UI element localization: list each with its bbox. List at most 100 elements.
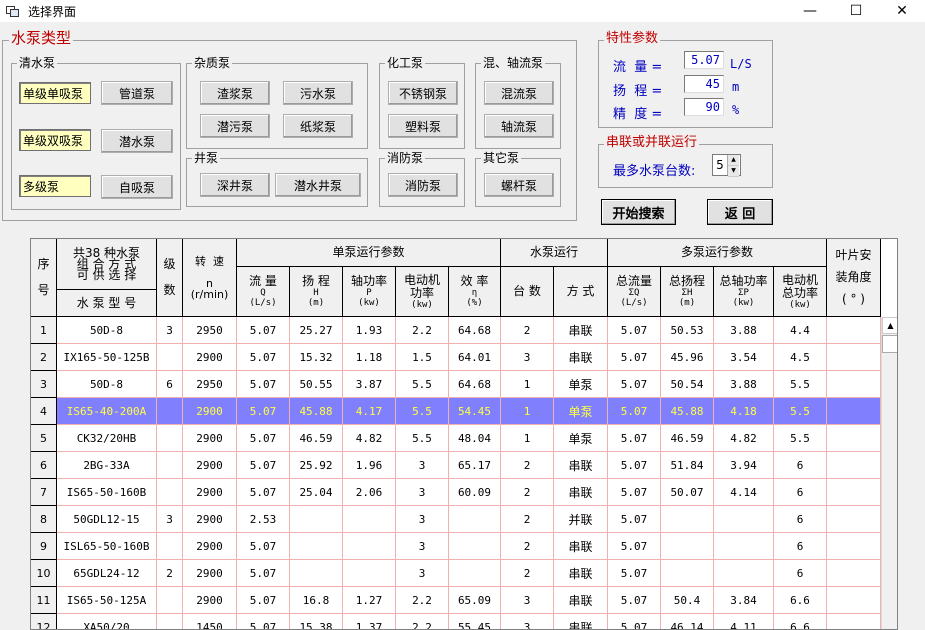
plastic-pump-button[interactable]: 塑料泵 (388, 114, 458, 138)
table-row[interactable]: 1 50D-8 3 2950 5.07 25.27 1.93 2.2 64.68 2 串联 5.07 5… (31, 317, 881, 344)
table-row[interactable]: 3 50D-8 6 2950 5.07 50.55 3.87 5.5 64.68 1 单泵 5.07 5… (31, 371, 881, 398)
header-single-group: 单泵运行参数 (237, 239, 501, 267)
header-thead-sub: ΣH (m) (678, 288, 696, 308)
table-row[interactable]: 4 IS65-40-200A 2900 5.07 45.88 4.17 5.5 54.45 1 单… (31, 398, 881, 425)
scroll-up-icon[interactable]: ▲ (882, 317, 897, 334)
table-row[interactable]: 11 IS65-50-125A 2900 5.07 16.8 1.27 2.2 65.09 3 串… (31, 587, 881, 614)
stainless-steel-pump-button[interactable]: 不锈钢泵 (388, 81, 458, 105)
cell-shaft-power (343, 506, 396, 533)
close-button[interactable]: ✕ (879, 0, 925, 22)
table-row[interactable]: 5 CK32/20HB 2900 5.07 46.59 4.82 5.5 48.04 1 单泵 5.… (31, 425, 881, 452)
cell-stage-count (157, 587, 183, 614)
title-bar: 选择界面 — ☐ ✕ (0, 0, 925, 22)
cell-stage-count (157, 533, 183, 560)
scroll-thumb[interactable] (882, 335, 897, 353)
cell-row-index: 8 (31, 506, 57, 533)
cell-total-shaft-power: 4.18 (714, 398, 774, 425)
cell-pump-model: CK32/20HB (57, 425, 157, 452)
header-head-sub: H (m) (307, 288, 325, 308)
single-stage-double-suction-button[interactable]: 单级双吸泵 (19, 129, 91, 151)
cell-head: 15.32 (290, 344, 343, 371)
table-row[interactable]: 6 2BG-33A 2900 5.07 25.92 1.96 3 65.17 2 串联 5.07 51… (31, 452, 881, 479)
fire-pump-button[interactable]: 消防泵 (388, 173, 458, 197)
header-thead: 总扬程 ΣH (m) (661, 267, 714, 317)
cell-run-mode: 串联 (554, 452, 608, 479)
header-tmotor-sub: (kw) (789, 299, 811, 310)
characteristic-params-legend: 特性参数 (604, 31, 661, 46)
single-stage-single-suction-button[interactable]: 单级单吸泵 (19, 82, 91, 104)
cell-speed: 2900 (183, 560, 237, 587)
cell-blade-angle (827, 614, 881, 629)
table-row[interactable]: 10 65GDL24-12 2 2900 5.07 3 2 串联 5.07 6 (31, 560, 881, 587)
table-row[interactable]: 8 50GDL12-15 3 2900 2.53 3 2 并联 5.07 6 (31, 506, 881, 533)
pump-type-group: 水泵类型 清水泵 单级单吸泵 管道泵 单级双吸泵 潜水泵 多级泵 自吸泵 杂质泵… (2, 31, 577, 221)
axial-flow-pump-button[interactable]: 轴流泵 (484, 114, 554, 138)
cell-pump-model: IS65-40-200A (57, 398, 157, 425)
cell-total-motor-power: 4.5 (774, 344, 827, 371)
cell-total-head: 50.07 (661, 479, 714, 506)
cell-total-flow: 5.07 (608, 533, 661, 560)
cell-blade-angle (827, 344, 881, 371)
results-grid[interactable]: 序 号 共38 种水泵 组 合 方 式 可 供 选 择 水 泵 型 号 级 数 … (30, 238, 898, 630)
minimize-button[interactable]: — (787, 0, 833, 22)
table-row[interactable]: 7 IS65-50-160B 2900 5.07 25.04 2.06 3 60.09 2 串联 5… (31, 479, 881, 506)
cell-total-shaft-power: 3.54 (714, 344, 774, 371)
table-row[interactable]: 12 XA50/20 1450 5.07 15.38 1.37 2.2 55.45 3 串联 5.0… (31, 614, 881, 629)
table-row[interactable]: 2 IX165-50-125B 2900 5.07 15.32 1.18 1.5 64.01 3… (31, 344, 881, 371)
cell-efficiency: 64.01 (449, 344, 501, 371)
cell-total-flow: 5.07 (608, 344, 661, 371)
cell-row-index: 10 (31, 560, 57, 587)
sewage-pump-button[interactable]: 污水泵 (283, 81, 353, 105)
pipeline-pump-button[interactable]: 管道泵 (101, 81, 173, 105)
cell-motor-power: 5.5 (396, 398, 449, 425)
cell-total-motor-power: 6 (774, 452, 827, 479)
spin-up-icon[interactable]: ▲ (728, 155, 739, 166)
max-pumps-value: 5 (716, 158, 724, 172)
submersible-sewage-button[interactable]: 潜污泵 (200, 114, 270, 138)
cell-shaft-power: 4.82 (343, 425, 396, 452)
head-input[interactable]: 45 (684, 75, 724, 93)
screw-pump-button[interactable]: 螺杆泵 (484, 173, 554, 197)
header-stage: 级 数 (157, 239, 183, 317)
max-pumps-label: 最多水泵台数: (613, 164, 696, 179)
series-parallel-legend: 串联或并联运行 (604, 135, 700, 150)
cell-shaft-power: 1.96 (343, 452, 396, 479)
mixed-axial-pump-legend: 混、轴流泵 (481, 56, 546, 70)
cell-total-flow: 5.07 (608, 452, 661, 479)
vertical-scrollbar[interactable]: ▲ (881, 317, 897, 629)
other-pump-legend: 其它泵 (481, 151, 522, 165)
chemical-pump-legend: 化工泵 (385, 56, 426, 70)
precision-input[interactable]: 90 (684, 98, 724, 116)
header-thead-label: 总扬程 (668, 274, 705, 288)
cell-total-motor-power: 5.5 (774, 425, 827, 452)
cell-motor-power: 3 (396, 452, 449, 479)
header-tflow-label: 总流量 (615, 274, 652, 288)
cell-speed: 2900 (183, 425, 237, 452)
cell-flow: 5.07 (237, 614, 290, 629)
cell-shaft-power (343, 533, 396, 560)
cell-row-index: 9 (31, 533, 57, 560)
table-row[interactable]: 9 ISL65-50-160B 2900 5.07 3 2 串联 5.07 6 (31, 533, 881, 560)
submersible-pump-button[interactable]: 潜水泵 (101, 129, 173, 153)
mixed-flow-pump-button[interactable]: 混流泵 (484, 81, 554, 105)
cell-total-shaft-power: 3.84 (714, 587, 774, 614)
cell-total-head (661, 560, 714, 587)
back-button[interactable]: 返 回 (707, 199, 773, 225)
header-mode: 方 式 (554, 267, 608, 317)
header-count: 台 数 (501, 267, 554, 317)
slurry-pump-button[interactable]: 渣浆泵 (200, 81, 270, 105)
spin-down-icon[interactable]: ▼ (728, 166, 739, 177)
submersible-well-pump-button[interactable]: 潜水井泵 (275, 173, 361, 197)
header-tflow-sub: ΣQ (L/s) (620, 288, 648, 308)
cell-row-index: 4 (31, 398, 57, 425)
cell-shaft-power: 1.37 (343, 614, 396, 629)
pulp-pump-button[interactable]: 纸浆泵 (283, 114, 353, 138)
maximize-button[interactable]: ☐ (833, 0, 879, 22)
max-pumps-spinner[interactable]: 5 ▲ ▼ (712, 154, 741, 177)
deep-well-pump-button[interactable]: 深井泵 (200, 173, 270, 197)
flow-input[interactable]: 5.07 (684, 51, 724, 69)
self-priming-pump-button[interactable]: 自吸泵 (101, 175, 173, 199)
start-search-button[interactable]: 开始搜索 (601, 199, 676, 225)
cell-efficiency: 64.68 (449, 317, 501, 344)
multistage-pump-button[interactable]: 多级泵 (19, 175, 91, 197)
